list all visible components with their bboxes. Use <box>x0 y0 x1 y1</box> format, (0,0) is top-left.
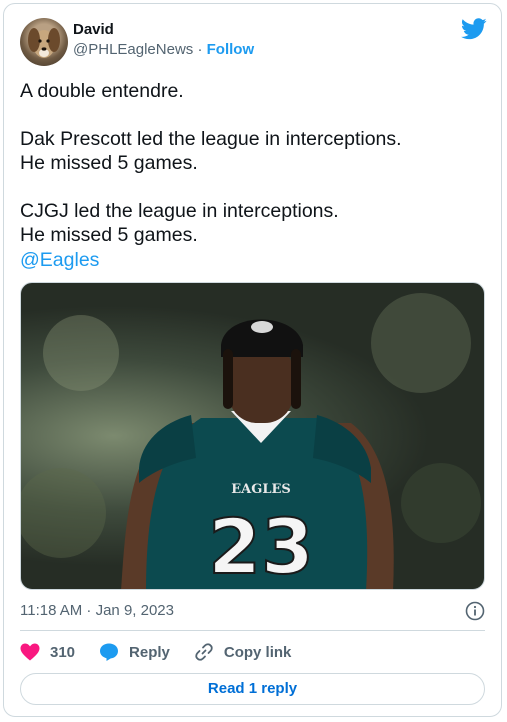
author-display-name[interactable]: David <box>73 20 254 40</box>
tweet-text: A double entendre. Dak Prescott led the … <box>20 80 402 246</box>
tweet-photo[interactable]: EAGLES 23 <box>20 282 485 590</box>
info-icon[interactable] <box>465 601 485 621</box>
action-bar: 310 Reply Copy link <box>20 640 485 664</box>
avatar-image <box>28 28 60 58</box>
link-icon <box>195 643 213 661</box>
author-names: David @PHLEagleNews · Follow <box>73 20 254 60</box>
copy-link-label: Copy link <box>223 643 292 661</box>
reply-bubble-icon <box>100 643 119 661</box>
avatar[interactable] <box>20 18 68 66</box>
like-button[interactable]: 310 <box>20 643 75 661</box>
divider <box>20 630 485 631</box>
tweet-timestamp[interactable]: 11:18 AM · Jan 9, 2023 <box>20 602 174 619</box>
timestamp-row: 11:18 AM · Jan 9, 2023 <box>20 600 485 622</box>
meta-separator: · <box>197 41 203 58</box>
tweet-header: David @PHLEagleNews · Follow <box>20 16 487 66</box>
twitter-bird-icon[interactable] <box>461 18 487 40</box>
player-illustration: EAGLES 23 <box>21 293 481 590</box>
heart-icon <box>20 643 40 661</box>
copy-link-button[interactable]: Copy link <box>194 642 292 662</box>
jersey-text: EAGLES <box>231 482 291 497</box>
author-handle[interactable]: @PHLEagleNews <box>73 41 193 58</box>
read-replies-button[interactable]: Read 1 reply <box>20 673 485 705</box>
jersey-number: 23 <box>208 502 314 590</box>
author-meta: @PHLEagleNews · Follow <box>73 40 254 60</box>
reply-label: Reply <box>129 643 170 661</box>
reply-button[interactable]: Reply <box>99 642 170 662</box>
tweet-card: David @PHLEagleNews · Follow A double en… <box>3 3 502 717</box>
like-count: 310 <box>50 643 76 661</box>
mention-link[interactable]: @Eagles <box>20 249 99 272</box>
follow-button[interactable]: Follow <box>207 41 255 58</box>
